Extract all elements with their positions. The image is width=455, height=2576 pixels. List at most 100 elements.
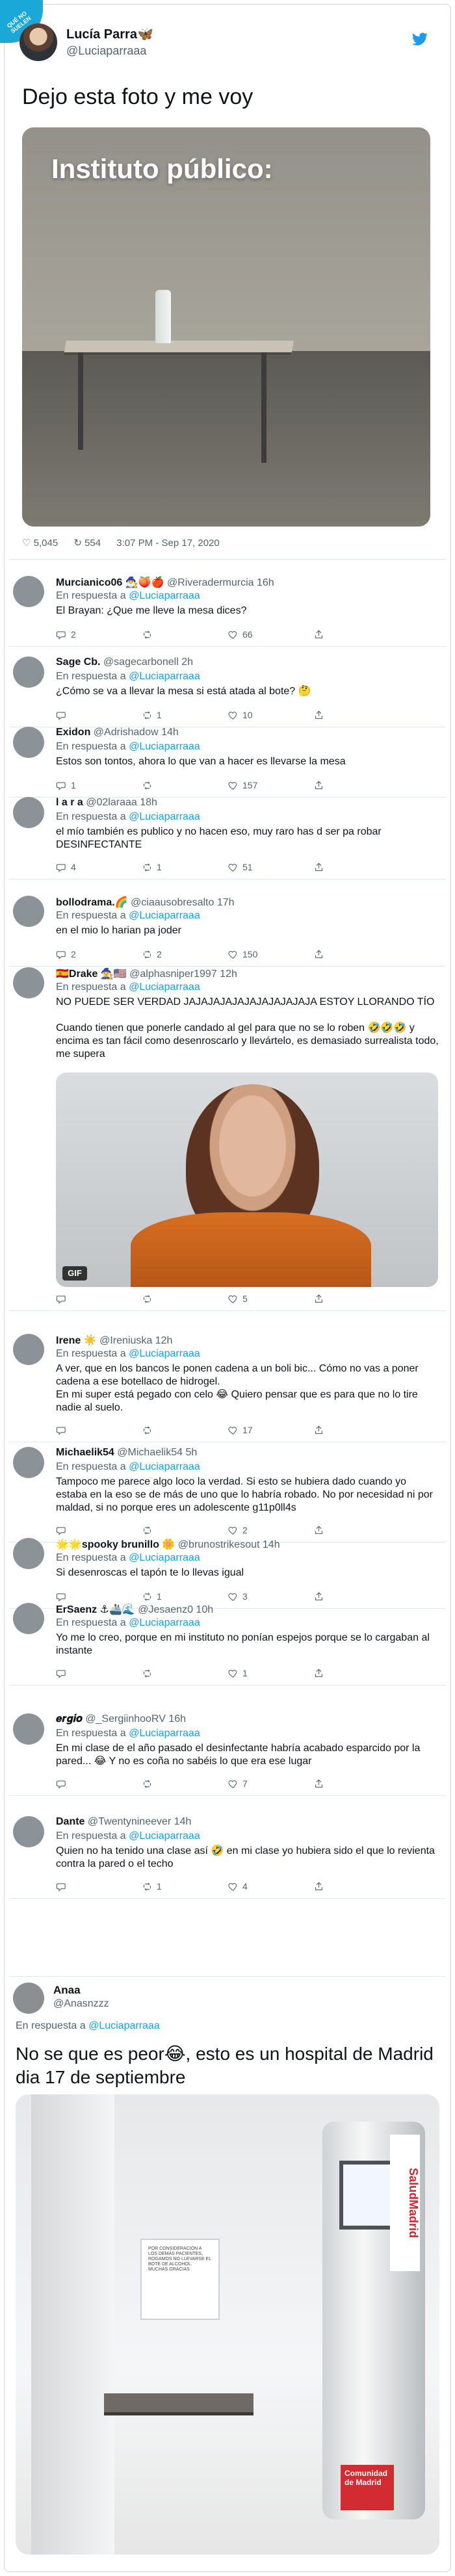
reply-mention[interactable]: @Luciaparraaa	[129, 982, 200, 993]
reply-handle[interactable]: @brunostrikesout	[178, 1539, 260, 1550]
main-tweet-photo[interactable]: Instituto público:	[22, 127, 430, 527]
avatar[interactable]	[13, 797, 44, 828]
avatar[interactable]	[13, 1334, 44, 1365]
reply-handle[interactable]: @sagecarbonell	[103, 657, 179, 668]
reply-name[interactable]: 𝒆𝒓𝒈𝒊𝒐	[56, 1713, 83, 1724]
retweet-button[interactable]	[142, 1667, 157, 1680]
comment-button[interactable]	[56, 1424, 71, 1437]
reply-handle[interactable]: @Jesaenz0	[138, 1604, 193, 1615]
avatar[interactable]	[20, 23, 57, 61]
main-tweet-name[interactable]: Lucía Parra🦋	[66, 26, 153, 42]
reply-name[interactable]: Murcianico06	[56, 577, 122, 588]
share-button[interactable]	[313, 1880, 324, 1893]
reply-mention[interactable]: @Luciaparraaa	[129, 671, 200, 682]
retweet-button[interactable]	[142, 779, 157, 792]
avatar[interactable]	[13, 576, 44, 607]
avatar[interactable]	[13, 657, 44, 688]
retweet-button[interactable]	[142, 1292, 157, 1305]
comment-button[interactable]: 2	[56, 948, 76, 961]
share-button[interactable]	[313, 628, 324, 641]
reply-name[interactable]: Sage Cb.	[56, 657, 100, 668]
like-button[interactable]: 157	[228, 779, 257, 792]
comment-button[interactable]	[56, 709, 71, 722]
retweet-button[interactable]: 1	[142, 709, 162, 722]
share-button[interactable]	[313, 779, 324, 792]
reply-name[interactable]: 🌟🌟spooky brunillo	[56, 1539, 159, 1550]
reply-mention[interactable]: @Luciaparraaa	[129, 1728, 200, 1739]
reply-handle[interactable]: @Riveradermurcia	[167, 577, 254, 588]
avatar[interactable]	[13, 1816, 44, 1847]
reply-name[interactable]: Michaelik54	[56, 1447, 114, 1458]
share-button[interactable]	[313, 709, 324, 722]
reply-handle[interactable]: @02laraaa	[86, 797, 137, 808]
avatar[interactable]	[13, 1538, 44, 1569]
reply-mention[interactable]: @Luciaparraaa	[129, 1617, 200, 1628]
comment-button[interactable]: 2	[56, 628, 76, 641]
avatar[interactable]	[13, 1983, 44, 2014]
final-tweet-name[interactable]: Anaa	[53, 1984, 81, 1997]
final-tweet-handle[interactable]: @Anasnzzz	[53, 1998, 109, 2010]
like-button[interactable]: 4	[228, 1880, 248, 1893]
like-button[interactable]: 5	[228, 1292, 248, 1305]
reply-handle[interactable]: @Twentynineever	[88, 1816, 171, 1827]
like-button[interactable]: 17	[228, 1424, 253, 1437]
reply-handle[interactable]: @alphasniper1997	[129, 969, 217, 980]
share-button[interactable]	[313, 1667, 324, 1680]
reply-name[interactable]: l a r a	[56, 797, 83, 808]
reply-mention[interactable]: @Luciaparraaa	[129, 590, 200, 601]
share-button[interactable]	[313, 861, 324, 874]
share-button[interactable]	[313, 1292, 324, 1305]
retweet-button[interactable]: 1	[142, 1880, 162, 1893]
reply-name[interactable]: bollodrama.🌈	[56, 897, 128, 908]
like-button[interactable]: 10	[228, 709, 253, 722]
like-button[interactable]: 150	[228, 948, 257, 961]
share-button[interactable]	[313, 1777, 324, 1790]
hospital-photo[interactable]: POR CONSIDERACIÓN A LOS DEMÁS PACIENTES,…	[16, 2094, 439, 2555]
like-button[interactable]: 7	[228, 1777, 248, 1790]
reply-handle[interactable]: @Ireniuska	[99, 1335, 152, 1346]
reply-mention[interactable]: @Luciaparraaa	[88, 2020, 160, 2031]
reply-mention[interactable]: @Luciaparraaa	[129, 1830, 200, 1841]
main-tweet-handle[interactable]: @Luciaparraaa	[66, 44, 146, 58]
like-button[interactable]: 66	[228, 628, 253, 641]
reply-mention[interactable]: @Luciaparraaa	[129, 741, 200, 752]
avatar[interactable]	[13, 1603, 44, 1634]
reply-name[interactable]: Dante	[56, 1816, 84, 1827]
comment-button[interactable]	[56, 1292, 71, 1305]
retweet-button[interactable]	[142, 1424, 157, 1437]
reply-handle[interactable]: @Michaelik54	[117, 1447, 183, 1458]
avatar[interactable]	[13, 1447, 44, 1478]
comment-button[interactable]: 4	[56, 861, 76, 874]
like-button[interactable]: 51	[228, 861, 253, 874]
comment-button[interactable]	[56, 1667, 71, 1680]
comment-button[interactable]: 1	[56, 779, 76, 792]
reply-header: Dante @Twentynineever 14h	[56, 1816, 191, 1828]
comment-button[interactable]	[56, 1777, 71, 1790]
reply-handle[interactable]: @_SergiinhooRV	[85, 1713, 166, 1724]
reply-name[interactable]: 🇪🇸Drake	[56, 969, 98, 980]
reply-handle[interactable]: @Adrishadow	[94, 727, 159, 738]
reply-gif[interactable]: GIF	[56, 1073, 438, 1287]
share-button[interactable]	[313, 1424, 324, 1437]
avatar[interactable]	[13, 727, 44, 758]
reply-name[interactable]: ErSaenz	[56, 1604, 97, 1615]
share-button[interactable]	[313, 948, 324, 961]
comment-button[interactable]	[56, 1880, 71, 1893]
avatar[interactable]	[13, 896, 44, 927]
avatar[interactable]	[13, 1713, 44, 1745]
retweet-button[interactable]: 2	[142, 948, 162, 961]
like-button[interactable]: 1	[228, 1667, 248, 1680]
reply-name[interactable]: Irene	[56, 1335, 81, 1346]
reply-name[interactable]: Exidon	[56, 727, 90, 738]
retweet-button[interactable]	[142, 628, 157, 641]
reply-mention[interactable]: @Luciaparraaa	[129, 1461, 200, 1472]
retweet-button[interactable]: 1	[142, 861, 162, 874]
retweet-button[interactable]	[142, 1777, 157, 1790]
reply-header: 🌟🌟spooky brunillo 🌼 @brunostrikesout 14h	[56, 1538, 280, 1551]
reply-mention[interactable]: @Luciaparraaa	[129, 811, 200, 822]
avatar[interactable]	[13, 967, 44, 998]
reply-mention[interactable]: @Luciaparraaa	[129, 1348, 200, 1359]
reply-mention[interactable]: @Luciaparraaa	[129, 1552, 200, 1563]
reply-mention[interactable]: @Luciaparraaa	[129, 910, 200, 921]
reply-handle[interactable]: @ciaausobresalto	[131, 897, 214, 908]
